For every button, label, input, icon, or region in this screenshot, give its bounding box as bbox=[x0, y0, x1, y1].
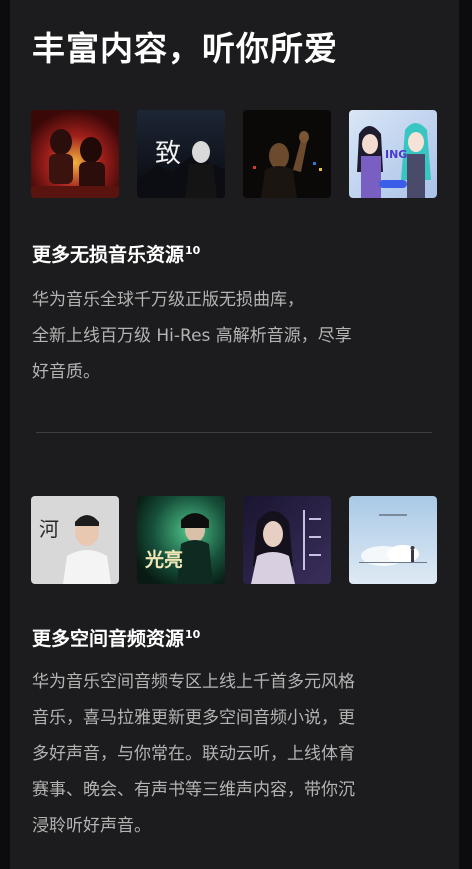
description-line: 好音质。 bbox=[32, 362, 100, 382]
footnote-marker: 10 bbox=[185, 627, 201, 641]
description-line: 全新上线百万级 Hi-Res 高解析音源，尽享 bbox=[32, 326, 352, 346]
section-divider bbox=[36, 432, 432, 433]
svg-text:河: 河 bbox=[39, 517, 59, 541]
album-cover-anime-idol[interactable]: ING bbox=[349, 110, 437, 198]
lossless-section-title: 更多无损音乐资源10 bbox=[32, 243, 201, 266]
description-line: 华为音乐空间音频专区上线上千首多元风格 bbox=[32, 672, 355, 692]
album-cover-sky-clouds[interactable] bbox=[349, 496, 437, 584]
description-line: 音乐，喜马拉雅更新更多空间音频小说，更 bbox=[32, 708, 355, 728]
description-line: 华为音乐全球千万级正版无损曲库， bbox=[32, 290, 304, 310]
album-cover-dark-calligraphy[interactable]: 致 bbox=[137, 110, 225, 198]
description-line: 浸聆听好声音。 bbox=[32, 816, 151, 836]
page-title: 丰富内容，听你所爱 bbox=[32, 29, 338, 68]
svg-text:致: 致 bbox=[155, 139, 181, 169]
description-line: 赛事、晚会、有声书等三维声内容，带你沉 bbox=[32, 780, 355, 800]
album-cover-man-waving[interactable] bbox=[243, 110, 331, 198]
spatial-section-title: 更多空间音频资源10 bbox=[32, 627, 201, 650]
album-cover-green-light[interactable]: 光亮 bbox=[137, 496, 225, 584]
album-cover-red-band[interactable] bbox=[31, 110, 119, 198]
svg-text:光亮: 光亮 bbox=[144, 548, 183, 571]
lossless-description: 华为音乐全球千万级正版无损曲库， 全新上线百万级 Hi-Res 高解析音源，尽享… bbox=[32, 282, 424, 390]
album-cover-woman-portrait[interactable] bbox=[243, 496, 331, 584]
lossless-album-row: 致 ING bbox=[31, 110, 437, 198]
footnote-marker: 10 bbox=[185, 243, 201, 257]
spatial-description: 华为音乐空间音频专区上线上千首多元风格 音乐，喜马拉雅更新更多空间音频小说，更 … bbox=[32, 664, 424, 844]
svg-text:ING: ING bbox=[385, 148, 407, 161]
spatial-album-row: 河 光亮 bbox=[31, 496, 437, 584]
album-cover-singer-white-shirt[interactable]: 河 bbox=[31, 496, 119, 584]
description-line: 多好声音，与你常在。联动云听，上线体育 bbox=[32, 744, 355, 764]
